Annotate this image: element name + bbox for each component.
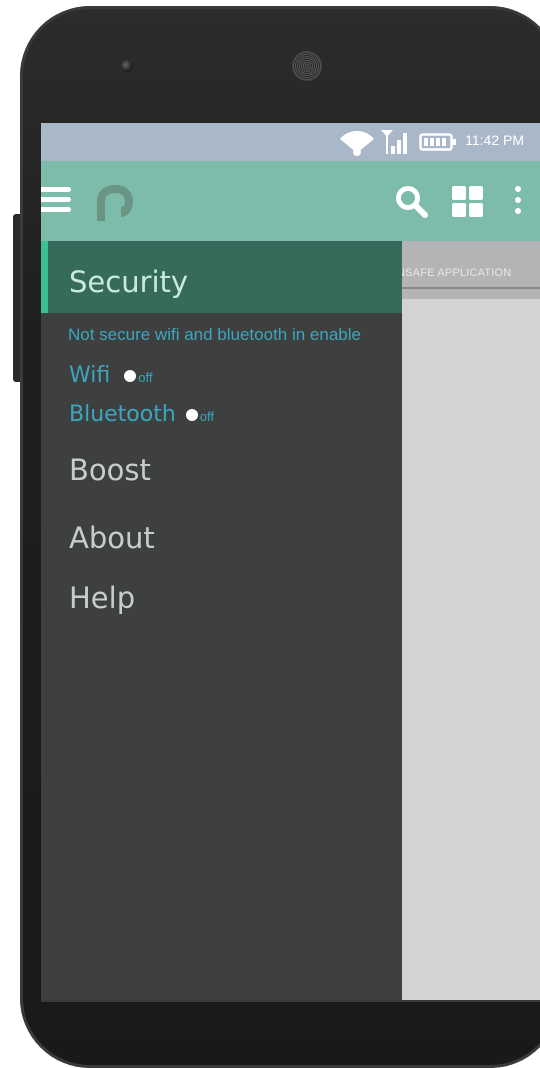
wifi-toggle[interactable] (124, 370, 137, 382)
bluetooth-toggle-row: Bluetooth off (69, 402, 214, 427)
bluetooth-state: off (199, 409, 215, 424)
status-time: 11:42 PM (465, 132, 524, 148)
signal-icon (381, 130, 407, 154)
active-indicator (41, 241, 48, 313)
navigation-drawer: Security Not secure wifi and bluetooth i… (41, 241, 402, 1000)
screen-bottom-edge (41, 1000, 540, 1002)
menu-icon[interactable] (41, 185, 73, 215)
drawer-item-label: Security (69, 265, 189, 299)
tab-underline (387, 287, 540, 289)
earpiece-speaker (292, 51, 322, 81)
screen: 11:42 PM NSAFE APPLICATION Security Not … (41, 123, 540, 1000)
battery-icon (419, 133, 456, 151)
security-warning-text: Not secure wifi and bluetooth in enable (68, 325, 361, 344)
wifi-state: off (138, 370, 153, 385)
tab-unsafe-application[interactable]: NSAFE APPLICATION (397, 267, 511, 279)
drawer-item-about[interactable]: About (69, 521, 155, 555)
more-icon[interactable] (513, 185, 523, 217)
app-bar (41, 161, 540, 241)
search-icon[interactable] (395, 185, 429, 219)
bluetooth-toggle[interactable] (185, 409, 198, 421)
app-logo-icon (97, 185, 133, 221)
bluetooth-label: Bluetooth (69, 402, 176, 427)
wifi-icon (340, 131, 374, 156)
drawer-item-security[interactable]: Security (41, 241, 402, 313)
drawer-item-help[interactable]: Help (69, 581, 135, 615)
front-camera (121, 60, 133, 72)
wifi-label: Wifi (69, 363, 111, 388)
grid-icon[interactable] (452, 186, 484, 218)
wifi-toggle-row: Wifi off (69, 363, 152, 388)
drawer-item-boost[interactable]: Boost (69, 453, 151, 487)
status-bar: 11:42 PM (41, 123, 540, 161)
